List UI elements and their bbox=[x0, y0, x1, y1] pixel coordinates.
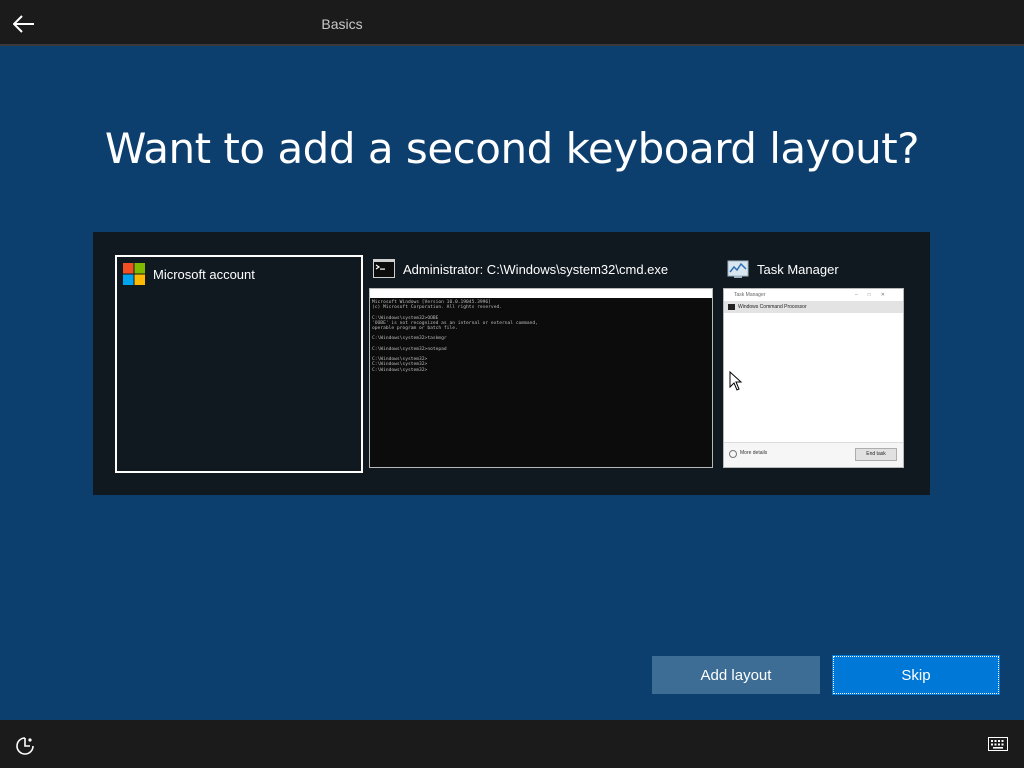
task-manager-preview: Task Manager –□✕ Windows Command Process… bbox=[723, 288, 904, 468]
tm-preview-footer: More details End task bbox=[724, 442, 903, 467]
back-button[interactable] bbox=[8, 8, 40, 40]
tm-end-task: End task bbox=[855, 448, 897, 461]
window-title: Microsoft account bbox=[153, 266, 255, 282]
window-title-bar: Task Manager bbox=[723, 254, 839, 284]
window-title-bar: Microsoft account bbox=[119, 259, 255, 289]
window-title: Task Manager bbox=[757, 261, 839, 277]
ease-of-access-icon bbox=[16, 737, 34, 755]
tm-more-details: More details bbox=[740, 450, 768, 456]
cmd-preview-titlebar bbox=[370, 289, 712, 298]
task-manager-icon bbox=[727, 260, 749, 278]
switcher-window-task-manager[interactable]: Task Manager Task Manager –□✕ Windows Co… bbox=[723, 254, 904, 468]
tab-basics: Basics bbox=[245, 0, 439, 46]
window-title: Administrator: C:\Windows\system32\cmd.e… bbox=[403, 261, 669, 277]
top-bar: Basics bbox=[0, 0, 1024, 46]
top-bar-divider bbox=[0, 44, 1024, 46]
window-title-bar: Administrator: C:\Windows\system32\cmd.e… bbox=[369, 254, 668, 284]
ease-of-access-button[interactable] bbox=[14, 735, 36, 757]
skip-button[interactable]: Skip bbox=[832, 655, 1000, 695]
task-switcher: Microsoft account Administrator: C:\Wind… bbox=[93, 232, 930, 495]
tm-window-controls: –□✕ bbox=[855, 292, 895, 298]
bottom-bar bbox=[0, 720, 1024, 768]
chevron-icon bbox=[729, 450, 737, 458]
tm-process-row: Windows Command Processor bbox=[724, 301, 903, 313]
switcher-window-microsoft-account[interactable]: Microsoft account bbox=[115, 255, 363, 473]
keyboard-button[interactable] bbox=[988, 737, 1010, 753]
tab-basics-label: Basics bbox=[321, 16, 363, 32]
tm-preview-title: Task Manager bbox=[734, 292, 766, 298]
cmd-window-preview: Microsoft Windows [Version 10.0.19045.39… bbox=[369, 288, 713, 468]
microsoft-logo-icon bbox=[123, 263, 145, 285]
keyboard-icon bbox=[988, 737, 1008, 751]
cmd-console-text: Microsoft Windows [Version 10.0.19045.39… bbox=[372, 300, 538, 373]
page-title: Want to add a second keyboard layout? bbox=[104, 124, 920, 173]
add-layout-button[interactable]: Add layout bbox=[652, 656, 820, 694]
cmd-icon bbox=[373, 259, 395, 278]
tm-preview-titlebar: Task Manager –□✕ bbox=[724, 289, 903, 301]
mouse-cursor-icon bbox=[729, 371, 743, 391]
switcher-window-cmd[interactable]: Administrator: C:\Windows\system32\cmd.e… bbox=[369, 254, 713, 468]
back-arrow-icon bbox=[13, 15, 34, 33]
